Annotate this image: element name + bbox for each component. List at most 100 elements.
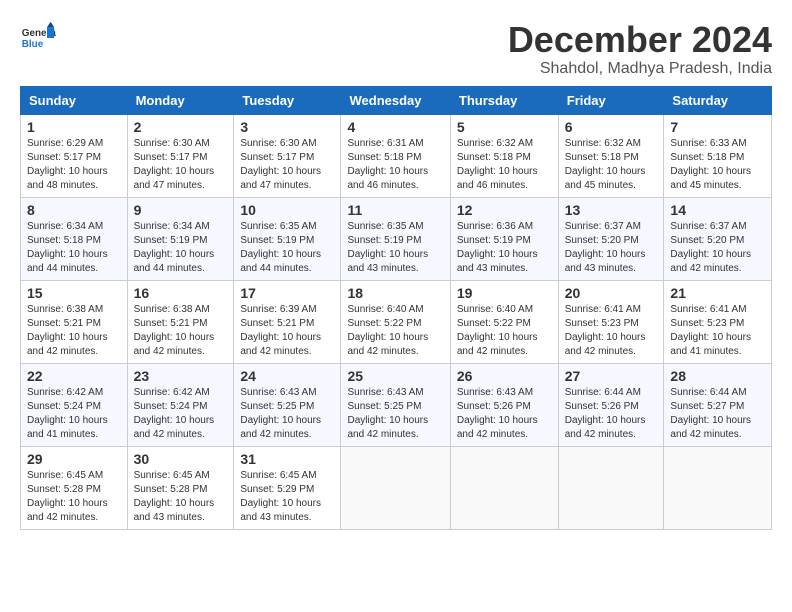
table-row: 27 Sunrise: 6:44 AM Sunset: 5:26 PM Dayli… [558,363,664,446]
table-row: 18Sunrise: 6:40 AM Sunset: 5:22 PM Dayli… [341,280,450,363]
table-row: 1Sunrise: 6:29 AM Sunset: 5:17 PM Daylig… [21,114,128,197]
day-details: Sunrise: 6:39 AM Sunset: 5:21 PM Dayligh… [240,303,334,359]
day-number: 18 [347,285,443,301]
day-number: 27 [565,368,658,384]
table-row: 31 Sunrise: 6:45 AM Sunset: 5:29 PM Dayli… [234,446,341,529]
header-saturday: Saturday [664,86,772,114]
day-details: Sunrise: 6:31 AM Sunset: 5:18 PM Dayligh… [347,137,443,193]
day-details: Sunrise: 6:41 AM Sunset: 5:23 PM Dayligh… [670,303,765,359]
calendar-week-row: 15Sunrise: 6:38 AM Sunset: 5:21 PM Dayli… [21,280,772,363]
header-friday: Friday [558,86,664,114]
day-details: Sunrise: 6:43 AM Sunset: 5:25 PM Dayligh… [347,386,443,442]
header-sunday: Sunday [21,86,128,114]
table-row: 5 Sunrise: 6:32 AM Sunset: 5:18 PM Daylig… [450,114,558,197]
table-row [558,446,664,529]
calendar-week-row: 8 Sunrise: 6:34 AM Sunset: 5:18 PM Daylig… [21,197,772,280]
day-number: 31 [240,451,334,467]
table-row [664,446,772,529]
table-row [341,446,450,529]
table-row: 7 Sunrise: 6:33 AM Sunset: 5:18 PM Daylig… [664,114,772,197]
table-row: 26Sunrise: 6:43 AM Sunset: 5:26 PM Dayli… [450,363,558,446]
day-number: 19 [457,285,552,301]
page-header: General Blue December 2024 Shahdol, Madh… [20,20,772,78]
day-number: 13 [565,202,658,218]
day-details: Sunrise: 6:32 AM Sunset: 5:18 PM Dayligh… [565,137,658,193]
table-row: 13 Sunrise: 6:37 AM Sunset: 5:20 PM Dayli… [558,197,664,280]
day-details: Sunrise: 6:44 AM Sunset: 5:26 PM Dayligh… [565,386,658,442]
header-thursday: Thursday [450,86,558,114]
day-number: 24 [240,368,334,384]
header-wednesday: Wednesday [341,86,450,114]
day-number: 5 [457,119,552,135]
day-details: Sunrise: 6:33 AM Sunset: 5:18 PM Dayligh… [670,137,765,193]
day-details: Sunrise: 6:36 AM Sunset: 5:19 PM Dayligh… [457,220,552,276]
day-number: 22 [27,368,121,384]
calendar-table: Sunday Monday Tuesday Wednesday Thursday… [20,86,772,530]
day-number: 7 [670,119,765,135]
calendar-week-row: 1Sunrise: 6:29 AM Sunset: 5:17 PM Daylig… [21,114,772,197]
table-row: 6Sunrise: 6:32 AM Sunset: 5:18 PM Daylig… [558,114,664,197]
table-row [450,446,558,529]
day-details: Sunrise: 6:43 AM Sunset: 5:25 PM Dayligh… [240,386,334,442]
table-row: 8 Sunrise: 6:34 AM Sunset: 5:18 PM Daylig… [21,197,128,280]
calendar-week-row: 22 Sunrise: 6:42 AM Sunset: 5:24 PM Dayli… [21,363,772,446]
day-details: Sunrise: 6:38 AM Sunset: 5:21 PM Dayligh… [134,303,228,359]
day-details: Sunrise: 6:44 AM Sunset: 5:27 PM Dayligh… [670,386,765,442]
table-row: 4 Sunrise: 6:31 AM Sunset: 5:18 PM Daylig… [341,114,450,197]
calendar-week-row: 29 Sunrise: 6:45 AM Sunset: 5:28 PM Dayli… [21,446,772,529]
table-row: 23Sunrise: 6:42 AM Sunset: 5:24 PM Dayli… [127,363,234,446]
day-number: 12 [457,202,552,218]
day-details: Sunrise: 6:30 AM Sunset: 5:17 PM Dayligh… [240,137,334,193]
table-row: 17Sunrise: 6:39 AM Sunset: 5:21 PM Dayli… [234,280,341,363]
header-monday: Monday [127,86,234,114]
day-details: Sunrise: 6:45 AM Sunset: 5:29 PM Dayligh… [240,469,334,525]
table-row: 20Sunrise: 6:41 AM Sunset: 5:23 PM Dayli… [558,280,664,363]
day-number: 14 [670,202,765,218]
general-blue-logo-icon: General Blue [20,20,56,56]
table-row: 14 Sunrise: 6:37 AM Sunset: 5:20 PM Dayli… [664,197,772,280]
table-row: 28Sunrise: 6:44 AM Sunset: 5:27 PM Dayli… [664,363,772,446]
table-row: 29Sunrise: 6:45 AM Sunset: 5:28 PM Dayli… [21,446,128,529]
table-row: 15Sunrise: 6:38 AM Sunset: 5:21 PM Dayli… [21,280,128,363]
table-row: 21 Sunrise: 6:41 AM Sunset: 5:23 PM Dayli… [664,280,772,363]
day-number: 8 [27,202,121,218]
page-title: December 2024 [508,20,772,60]
table-row: 25 Sunrise: 6:43 AM Sunset: 5:25 PM Dayli… [341,363,450,446]
day-number: 25 [347,368,443,384]
day-details: Sunrise: 6:45 AM Sunset: 5:28 PM Dayligh… [134,469,228,525]
day-details: Sunrise: 6:34 AM Sunset: 5:19 PM Dayligh… [134,220,228,276]
table-row: 9 Sunrise: 6:34 AM Sunset: 5:19 PM Daylig… [127,197,234,280]
table-row: 2Sunrise: 6:30 AM Sunset: 5:17 PM Daylig… [127,114,234,197]
table-row: 19 Sunrise: 6:40 AM Sunset: 5:22 PM Dayli… [450,280,558,363]
day-number: 9 [134,202,228,218]
day-details: Sunrise: 6:30 AM Sunset: 5:17 PM Dayligh… [134,137,228,193]
header-tuesday: Tuesday [234,86,341,114]
day-number: 29 [27,451,121,467]
page-subtitle: Shahdol, Madhya Pradesh, India [508,60,772,78]
day-number: 20 [565,285,658,301]
table-row: 30Sunrise: 6:45 AM Sunset: 5:28 PM Dayli… [127,446,234,529]
day-details: Sunrise: 6:32 AM Sunset: 5:18 PM Dayligh… [457,137,552,193]
logo-area: General Blue [20,20,56,56]
day-details: Sunrise: 6:42 AM Sunset: 5:24 PM Dayligh… [134,386,228,442]
day-number: 16 [134,285,228,301]
day-details: Sunrise: 6:42 AM Sunset: 5:24 PM Dayligh… [27,386,121,442]
table-row: 22 Sunrise: 6:42 AM Sunset: 5:24 PM Dayli… [21,363,128,446]
day-number: 1 [27,119,121,135]
day-number: 21 [670,285,765,301]
day-number: 3 [240,119,334,135]
day-details: Sunrise: 6:43 AM Sunset: 5:26 PM Dayligh… [457,386,552,442]
day-number: 10 [240,202,334,218]
table-row: 12 Sunrise: 6:36 AM Sunset: 5:19 PM Dayli… [450,197,558,280]
day-details: Sunrise: 6:35 AM Sunset: 5:19 PM Dayligh… [347,220,443,276]
day-details: Sunrise: 6:34 AM Sunset: 5:18 PM Dayligh… [27,220,121,276]
day-details: Sunrise: 6:40 AM Sunset: 5:22 PM Dayligh… [457,303,552,359]
table-row: 3 Sunrise: 6:30 AM Sunset: 5:17 PM Daylig… [234,114,341,197]
day-details: Sunrise: 6:37 AM Sunset: 5:20 PM Dayligh… [670,220,765,276]
day-details: Sunrise: 6:38 AM Sunset: 5:21 PM Dayligh… [27,303,121,359]
day-details: Sunrise: 6:37 AM Sunset: 5:20 PM Dayligh… [565,220,658,276]
day-number: 4 [347,119,443,135]
table-row: 16 Sunrise: 6:38 AM Sunset: 5:21 PM Dayli… [127,280,234,363]
day-number: 11 [347,202,443,218]
title-area: December 2024 Shahdol, Madhya Pradesh, I… [508,20,772,78]
